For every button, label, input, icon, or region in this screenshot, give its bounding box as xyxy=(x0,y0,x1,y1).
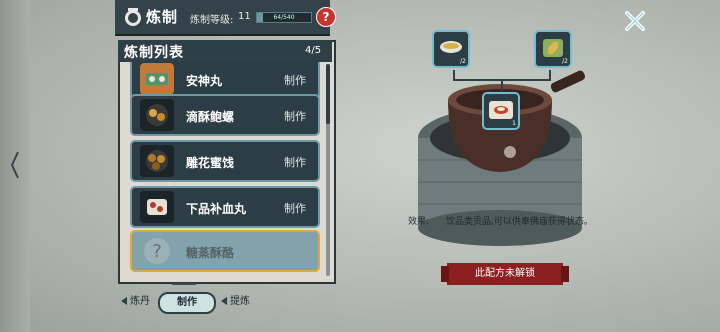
arrow-left-icon xyxy=(221,297,227,305)
make-button[interactable]: 制作 xyxy=(284,200,306,216)
crafting-pot-icon xyxy=(125,8,141,26)
help-button[interactable]: ? xyxy=(316,7,336,27)
ingredient-slot[interactable]: /2 xyxy=(534,30,572,68)
scrollbar-thumb[interactable] xyxy=(326,64,330,124)
item-name: 安神丸 xyxy=(186,74,223,88)
pastry-icon xyxy=(140,99,174,131)
dessert-bowl-icon xyxy=(489,101,513,119)
tab-label: 制作 xyxy=(177,297,197,308)
effect-text: 饮品类贡品,可以供奉佛庙获得状态。 xyxy=(446,217,593,227)
tab-alchemy[interactable]: 炼丹 xyxy=(121,292,151,310)
result-slot[interactable]: 1 xyxy=(482,92,520,130)
list-item[interactable]: 雕花蜜饯 制作 xyxy=(130,140,320,182)
svg-text:?: ? xyxy=(152,241,162,262)
xp-text: 64/540 xyxy=(273,14,295,21)
tab-label: 炼丹 xyxy=(130,296,150,307)
divider xyxy=(172,283,196,285)
make-button[interactable]: 制作 xyxy=(284,108,306,124)
item-name: 下品补血丸 xyxy=(186,202,247,216)
recipe-list[interactable]: 安神丸 制作 滴酥鲍螺 制作 雕花蜜饯 制作 下品补血丸 制作 ? 糖蒸酥酪 xyxy=(130,62,325,280)
level-label: 炼制等级: xyxy=(190,15,234,26)
make-button[interactable]: 制作 xyxy=(284,72,306,88)
tab-refine[interactable]: 提炼 xyxy=(221,292,251,310)
item-name: 滴酥鲍螺 xyxy=(186,110,235,124)
pills-icon xyxy=(140,191,174,223)
panel-title: 炼制列表 xyxy=(124,45,184,61)
page-title: 炼制 xyxy=(146,8,179,26)
list-item[interactable]: 下品补血丸 制作 xyxy=(130,186,320,228)
food-plate-icon xyxy=(140,63,174,95)
tab-label: 提炼 xyxy=(230,296,250,307)
question-icon: ? xyxy=(144,238,170,264)
ingredient-count: /2 xyxy=(562,58,568,65)
panel-count: 4/5 xyxy=(305,45,322,56)
list-item-locked[interactable]: ? 糖蒸酥酪 xyxy=(130,230,320,272)
candied-fruit-icon xyxy=(140,145,174,177)
ingredient-slot[interactable]: /2 xyxy=(432,30,470,68)
item-name: 糖蒸酥酪 xyxy=(186,246,235,260)
ingredient-count: /2 xyxy=(460,58,466,65)
level-value: 11 xyxy=(238,11,251,22)
make-button[interactable]: 制作 xyxy=(284,154,306,170)
close-icon[interactable] xyxy=(622,8,648,34)
xp-bar: 64/540 xyxy=(256,12,312,23)
list-item[interactable]: 滴酥鲍螺 制作 xyxy=(130,94,320,136)
recipe-locked-button[interactable]: 此配方未解锁 xyxy=(441,263,569,285)
effect-label: 效果: xyxy=(408,217,430,227)
arrow-left-icon xyxy=(121,297,127,305)
tea-bowl-icon xyxy=(440,41,462,53)
grain-icon xyxy=(543,39,563,57)
list-scrollbar[interactable] xyxy=(326,64,330,276)
tab-craft[interactable]: 制作 xyxy=(158,292,216,314)
item-name: 雕花蜜饯 xyxy=(186,156,235,170)
result-count: 1 xyxy=(512,120,516,127)
chevron-left-icon[interactable] xyxy=(10,150,20,180)
